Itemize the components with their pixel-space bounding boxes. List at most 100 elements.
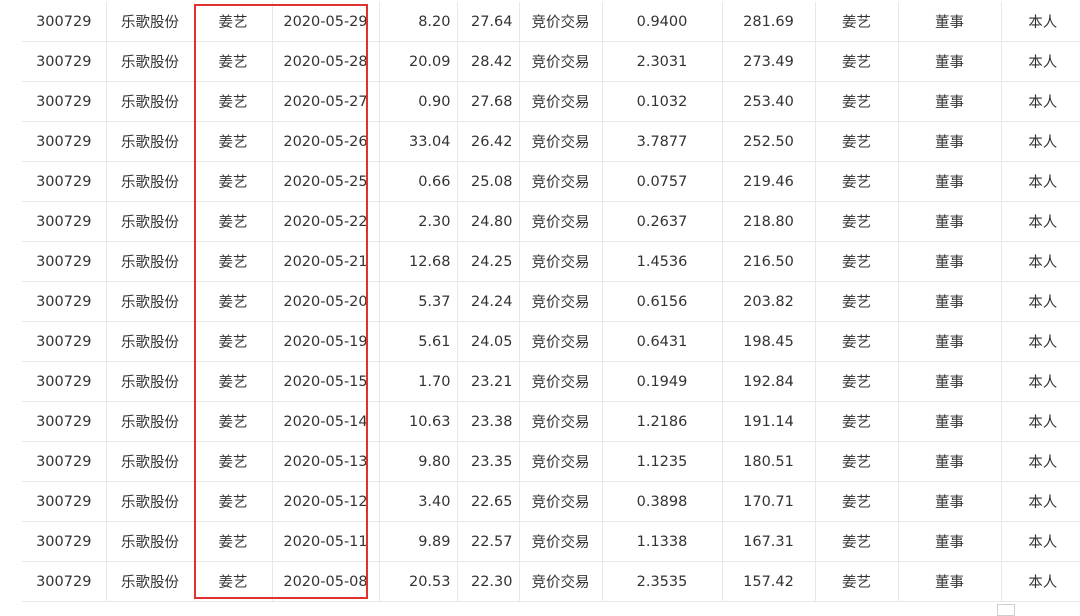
cell-avg-price: 26.42 [457, 121, 520, 162]
cell-trade-date: 2020-05-11 [272, 521, 380, 562]
table-body: 300729 乐歌股份 姜艺 2020-05-29 8.20 27.64 竞价交易 0.940… [22, 2, 1080, 602]
cell-related-person: 姜艺 [815, 281, 899, 322]
cell-avg-price: 27.64 [457, 2, 520, 42]
cell-relationship: 本人 [1001, 161, 1080, 202]
cell-stock-name: 乐歌股份 [106, 281, 195, 322]
cell-share-change: 10.63 [379, 401, 458, 442]
cell-related-person: 姜艺 [815, 321, 899, 362]
cell-holding-after: 281.69 [722, 2, 816, 42]
cell-stock-name: 乐歌股份 [106, 321, 195, 362]
table-row: 300729 乐歌股份 姜艺 2020-05-22 2.30 24.80 竞价交易 0.263… [22, 201, 1080, 242]
cell-related-person: 姜艺 [815, 481, 899, 522]
cell-avg-price: 25.08 [457, 161, 520, 202]
cell-related-person: 姜艺 [815, 161, 899, 202]
cell-change-ratio: 0.6156 [602, 281, 723, 322]
cell-trade-method: 竞价交易 [519, 401, 603, 442]
cell-trade-method: 竞价交易 [519, 2, 603, 42]
cell-person-name: 姜艺 [194, 2, 273, 42]
cell-holding-after: 273.49 [722, 41, 816, 82]
cell-share-change: 20.09 [379, 41, 458, 82]
cell-change-ratio: 3.7877 [602, 121, 723, 162]
cell-change-ratio: 1.1235 [602, 441, 723, 482]
cell-stock-code: 300729 [22, 401, 107, 442]
cell-holding-after: 219.46 [722, 161, 816, 202]
cell-share-change: 1.70 [379, 361, 458, 402]
cell-holding-after: 180.51 [722, 441, 816, 482]
cell-stock-code: 300729 [22, 81, 107, 122]
table-row: 300729 乐歌股份 姜艺 2020-05-13 9.80 23.35 竞价交易 1.123… [22, 441, 1080, 482]
cell-avg-price: 24.05 [457, 321, 520, 362]
cell-stock-code: 300729 [22, 481, 107, 522]
table-row: 300729 乐歌股份 姜艺 2020-05-12 3.40 22.65 竞价交易 0.389… [22, 481, 1080, 522]
cell-position-title: 董事 [898, 481, 1002, 522]
table-row: 300729 乐歌股份 姜艺 2020-05-20 5.37 24.24 竞价交易 0.615… [22, 281, 1080, 322]
cell-avg-price: 23.35 [457, 441, 520, 482]
cell-trade-date: 2020-05-12 [272, 481, 380, 522]
cell-avg-price: 22.57 [457, 521, 520, 562]
cell-person-name: 姜艺 [194, 401, 273, 442]
cell-stock-code: 300729 [22, 281, 107, 322]
cell-related-person: 姜艺 [815, 441, 899, 482]
cell-stock-code: 300729 [22, 521, 107, 562]
cell-relationship: 本人 [1001, 401, 1080, 442]
cell-relationship: 本人 [1001, 321, 1080, 362]
cell-trade-date: 2020-05-14 [272, 401, 380, 442]
cell-trade-method: 竞价交易 [519, 361, 603, 402]
cell-relationship: 本人 [1001, 361, 1080, 402]
cell-holding-after: 252.50 [722, 121, 816, 162]
cell-trade-date: 2020-05-29 [272, 2, 380, 42]
cell-avg-price: 23.38 [457, 401, 520, 442]
cell-avg-price: 28.42 [457, 41, 520, 82]
cell-stock-name: 乐歌股份 [106, 161, 195, 202]
cell-relationship: 本人 [1001, 561, 1080, 602]
cell-change-ratio: 0.1949 [602, 361, 723, 402]
cell-person-name: 姜艺 [194, 161, 273, 202]
cell-trade-method: 竞价交易 [519, 441, 603, 482]
cell-share-change: 5.61 [379, 321, 458, 362]
cell-person-name: 姜艺 [194, 361, 273, 402]
cell-share-change: 8.20 [379, 2, 458, 42]
cell-holding-after: 198.45 [722, 321, 816, 362]
trading-records-table: 300729 乐歌股份 姜艺 2020-05-29 8.20 27.64 竞价交易 0.940… [22, 2, 1080, 602]
cell-relationship: 本人 [1001, 521, 1080, 562]
table-row: 300729 乐歌股份 姜艺 2020-05-19 5.61 24.05 竞价交易 0.643… [22, 321, 1080, 362]
table-row: 300729 乐歌股份 姜艺 2020-05-14 10.63 23.38 竞价交易 1.21… [22, 401, 1080, 442]
cell-person-name: 姜艺 [194, 121, 273, 162]
cell-trade-method: 竞价交易 [519, 121, 603, 162]
cell-stock-name: 乐歌股份 [106, 521, 195, 562]
cell-trade-date: 2020-05-13 [272, 441, 380, 482]
cell-stock-code: 300729 [22, 441, 107, 482]
cell-change-ratio: 2.3535 [602, 561, 723, 602]
cell-share-change: 0.90 [379, 81, 458, 122]
cell-holding-after: 167.31 [722, 521, 816, 562]
cell-position-title: 董事 [898, 41, 1002, 82]
cell-stock-name: 乐歌股份 [106, 481, 195, 522]
cell-related-person: 姜艺 [815, 41, 899, 82]
cell-related-person: 姜艺 [815, 81, 899, 122]
cell-share-change: 20.53 [379, 561, 458, 602]
cell-stock-name: 乐歌股份 [106, 81, 195, 122]
cell-share-change: 3.40 [379, 481, 458, 522]
cell-person-name: 姜艺 [194, 81, 273, 122]
cell-trade-method: 竞价交易 [519, 41, 603, 82]
cell-stock-name: 乐歌股份 [106, 41, 195, 82]
cell-holding-after: 191.14 [722, 401, 816, 442]
cell-relationship: 本人 [1001, 121, 1080, 162]
cell-holding-after: 170.71 [722, 481, 816, 522]
cell-relationship: 本人 [1001, 241, 1080, 282]
cell-position-title: 董事 [898, 121, 1002, 162]
cell-avg-price: 24.24 [457, 281, 520, 322]
cell-stock-code: 300729 [22, 2, 107, 42]
cell-person-name: 姜艺 [194, 241, 273, 282]
cell-position-title: 董事 [898, 201, 1002, 242]
cell-holding-after: 218.80 [722, 201, 816, 242]
table-row: 300729 乐歌股份 姜艺 2020-05-11 9.89 22.57 竞价交易 1.133… [22, 521, 1080, 562]
cell-trade-date: 2020-05-21 [272, 241, 380, 282]
cell-position-title: 董事 [898, 401, 1002, 442]
cell-related-person: 姜艺 [815, 561, 899, 602]
table-row: 300729 乐歌股份 姜艺 2020-05-27 0.90 27.68 竞价交易 0.103… [22, 81, 1080, 122]
cell-share-change: 9.80 [379, 441, 458, 482]
cell-holding-after: 157.42 [722, 561, 816, 602]
cell-trade-method: 竞价交易 [519, 241, 603, 282]
cell-trade-method: 竞价交易 [519, 281, 603, 322]
